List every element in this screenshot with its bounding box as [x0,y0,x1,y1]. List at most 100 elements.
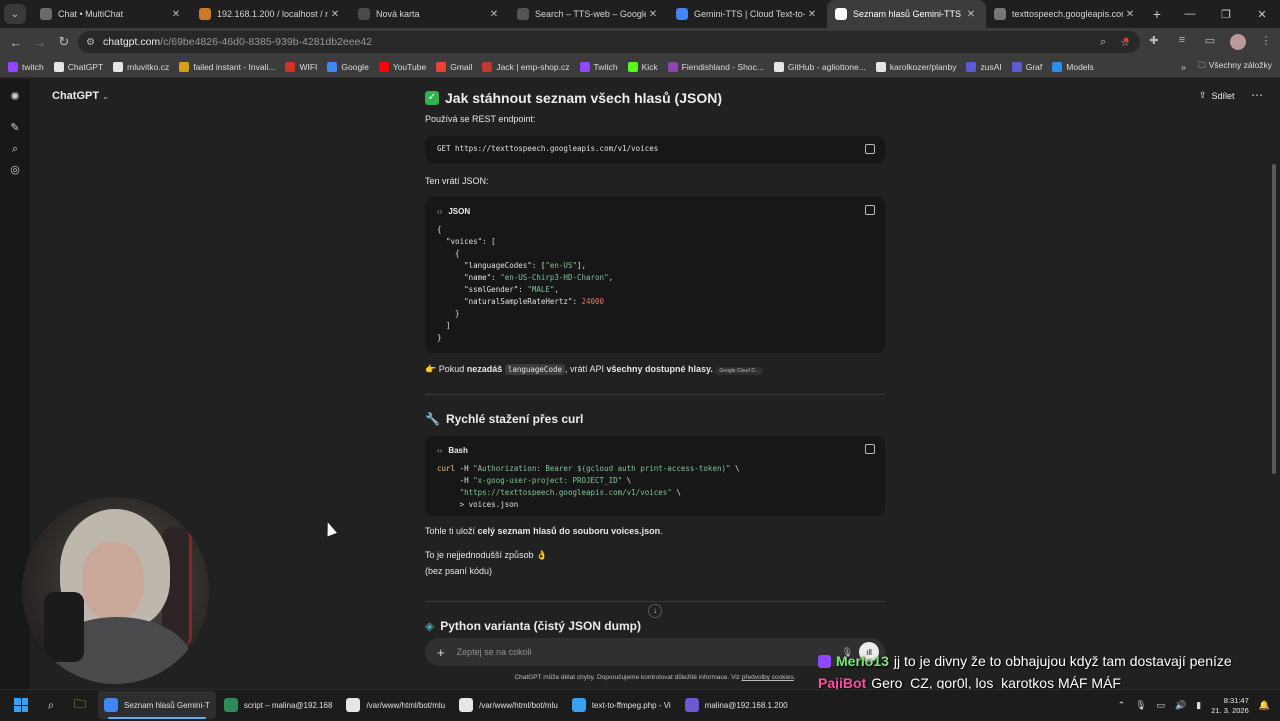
bookmark-favicon-icon [436,61,447,72]
bookmark-label: GitHub - agliottone... [787,61,866,72]
library-icon[interactable]: ◎ [9,164,21,176]
tab-close-icon[interactable]: ✕ [328,9,342,20]
search-icon[interactable]: ⌕ [41,695,61,715]
bookmark-item[interactable]: zusAI [966,61,1002,72]
scrollbar-thumb[interactable] [1272,164,1276,474]
prompt-input[interactable]: Zeptej se na cokoli [457,647,532,657]
new-tab-button[interactable]: + [1145,6,1169,22]
bookmarks-overflow-icon[interactable]: » [1181,62,1186,72]
browser-tab[interactable]: Search – TTS-web – Google Clo✕ [509,0,668,28]
bookmark-item[interactable]: ChatGPT [53,61,103,72]
volume-icon[interactable]: 🔊 [1175,700,1186,711]
browser-tab[interactable]: Nová karta ✕ [350,0,509,28]
extensions-icon[interactable]: ✚ [1146,34,1162,50]
clock[interactable]: 8:31:47 21. 3. 2026 [1211,696,1249,716]
extension-red-icon[interactable]: ● [1118,34,1134,50]
bookmark-item[interactable]: Twitch [579,61,618,72]
bookmark-item[interactable]: failed instant - Invali... [179,61,275,72]
browser-tab[interactable]: 192.168.1.200 / localhost / mlu ✕ [191,0,350,28]
browser-tab[interactable]: Seznam hlasů Gemini-TTS ✕ [827,0,986,28]
tab-close-icon[interactable]: ✕ [169,9,183,20]
close-window-icon[interactable]: ✕ [1244,8,1280,21]
copy-icon[interactable] [865,444,875,454]
search-icon[interactable]: ⌕ [9,143,21,155]
taskbar-app[interactable]: script – malina@192.168 [218,691,339,719]
bookmark-item[interactable]: GitHub - agliottone... [773,61,866,72]
browser-tab[interactable]: Gemini-TTS | Cloud Text-to-Sp ✕ [668,0,827,28]
tray-overflow-icon[interactable]: ⌃ [1118,700,1126,711]
bookmark-label: Kick [641,61,658,72]
browser-toolbar: ← → ↻ ⚙ chatgpt.com /c/69be4826-46d0-838… [0,28,1280,56]
windows-start-icon[interactable] [10,694,32,716]
bookmark-item[interactable]: Fiendishland - Shoc... [667,61,764,72]
copy-icon[interactable] [865,144,875,154]
taskbar-app[interactable]: /var/www/html/bot/mlu [340,691,451,719]
cookie-preferences-link[interactable]: předvolby cookies [742,674,794,681]
bookmark-favicon-icon [378,61,389,72]
tab-search-button[interactable]: ⌄ [4,4,26,24]
tab-favicon-icon [40,8,52,20]
bookmark-item[interactable]: Kick [627,61,658,72]
share-button[interactable]: ⇪ Sdílet [1199,90,1235,101]
taskbar-app[interactable]: malina@192.168.1.200 [679,691,794,719]
taskbar-app[interactable]: text-to-ffmpeg.php - Vi [566,691,677,719]
add-attachment-icon[interactable]: + [437,645,445,660]
reading-list-icon[interactable]: ≡ [1174,34,1190,50]
maximize-icon[interactable]: ❐ [1208,8,1244,21]
profile-avatar[interactable] [1230,34,1246,50]
bookmark-item[interactable]: Models [1052,61,1094,72]
code-lang-bash: ‹› Bash [437,446,468,455]
reload-icon[interactable]: ↻ [52,34,76,50]
taskbar-app[interactable]: /var/www/html/bot/mlu [453,691,564,719]
file-explorer-icon[interactable]: 🗀 [70,695,90,715]
bookmark-item[interactable]: Graf [1011,61,1042,72]
address-bar[interactable]: ⚙ chatgpt.com /c/69be4826-46d0-8385-939b… [78,31,1140,53]
model-selector[interactable]: ChatGPT ⌄ [52,90,109,102]
bookmark-item[interactable]: mluvitko.cz [113,61,169,72]
site-info-icon[interactable]: ⚙ [86,37,95,48]
openai-logo-icon[interactable]: ✺ [9,91,21,103]
more-options-icon[interactable]: ⋯ [1251,88,1263,102]
tab-favicon-icon [199,8,211,20]
tab-close-icon[interactable]: ✕ [805,9,819,20]
notifications-icon[interactable]: 🔔 [1259,700,1270,711]
taskbar-app-label: text-to-ffmpeg.php - Vi [591,700,671,710]
tab-close-icon[interactable]: ✕ [1123,9,1137,20]
battery-icon[interactable]: ▮ [1196,700,1201,711]
minimize-icon[interactable]: — [1172,8,1208,21]
bookmark-item[interactable]: karolkozer/planby [875,61,956,72]
all-bookmarks[interactable]: 🗀 Všechny záložky [1198,60,1272,74]
bash-code-block: ‹› Bash curl -H "Authorization: Bearer $(… [425,436,885,516]
disclaimer: ChatGPT může dělat chyby. Doporučujeme k… [514,674,796,681]
copy-icon[interactable] [865,205,875,215]
python-icon: ◈ [425,619,435,633]
back-icon[interactable]: ← [4,35,28,50]
section-heading-python: ◈ Python varianta (čistý JSON dump) [425,619,641,633]
microphone-icon[interactable]: 🎙 [1135,700,1146,711]
bookmark-favicon-icon [482,61,493,72]
scrollbar[interactable] [1271,82,1277,687]
bookmark-item[interactable]: Gmail [436,61,472,72]
browser-menu-icon[interactable]: ⋮ [1258,34,1274,50]
zoom-icon[interactable]: ⌕ [1100,36,1106,49]
bookmark-item[interactable]: YouTube [378,61,426,72]
scroll-down-button[interactable]: ↓ [648,604,662,618]
taskbar-app[interactable]: Seznam hlasů Gemini-T [98,691,216,719]
bookmark-item[interactable]: Jack | emp-shop.cz [482,61,570,72]
tab-close-icon[interactable]: ✕ [964,9,978,20]
tab-close-icon[interactable]: ✕ [646,9,660,20]
new-chat-icon[interactable]: ✎ [9,122,21,134]
section-heading-curl: 🔧 Rychlé stažení přes curl [425,412,584,426]
browser-tab[interactable]: texttospeech.googleapis.com/v✕ [986,0,1145,28]
bookmark-item[interactable]: twitch [8,61,44,72]
forward-icon[interactable]: → [28,35,52,50]
taskbar-app-icon [104,698,118,712]
bookmark-item[interactable]: WIFI [285,61,317,72]
tab-close-icon[interactable]: ✕ [487,9,501,20]
bookmark-item[interactable]: Google [327,61,369,72]
network-icon[interactable]: ▭ [1157,700,1166,711]
source-chip[interactable]: Google Cloud D... [715,367,764,375]
split-view-icon[interactable]: ▭ [1202,34,1218,50]
bookmark-favicon-icon [875,61,886,72]
browser-tab[interactable]: Chat • MultiChat ✕ [32,0,191,28]
